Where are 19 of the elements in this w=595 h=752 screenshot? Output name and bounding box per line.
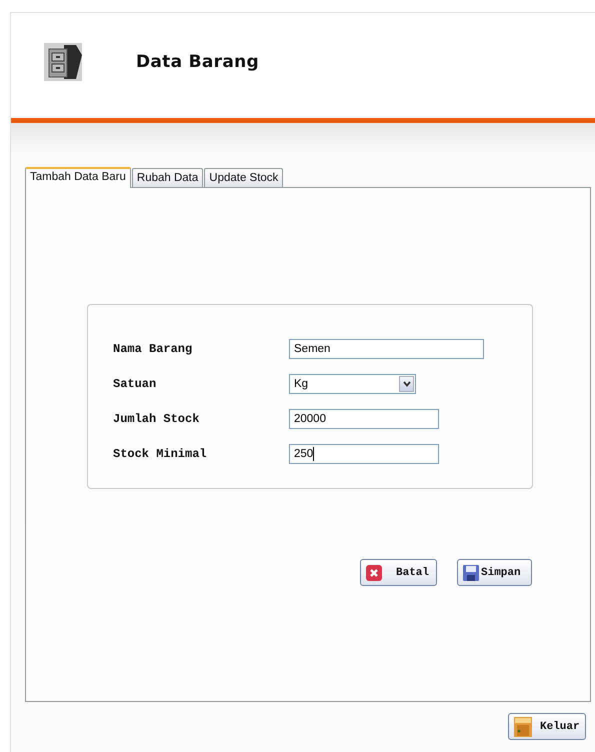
input-field[interactable]: 20000 xyxy=(289,409,439,429)
field-label: Nama Barang xyxy=(113,342,194,356)
field-label: Jumlah Stock xyxy=(113,412,200,426)
chevron-down-icon xyxy=(402,381,410,387)
input-field[interactable]: Semen xyxy=(289,339,484,359)
dropdown[interactable]: Kg xyxy=(289,374,416,394)
close-icon xyxy=(366,564,382,580)
input-field[interactable]: 250 xyxy=(289,444,439,464)
tab[interactable]: Tambah Data Baru xyxy=(25,167,131,188)
save-button[interactable]: Simpan xyxy=(457,559,532,586)
exit-button[interactable]: Keluar xyxy=(508,713,586,740)
field-label: Stock Minimal xyxy=(113,447,208,461)
field-label: Satuan xyxy=(113,377,158,391)
door-icon xyxy=(514,716,532,736)
window-title: Data Barang xyxy=(136,52,259,72)
tab[interactable]: Rubah Data xyxy=(132,168,204,187)
cancel-button[interactable]: Batal xyxy=(360,559,437,586)
tab[interactable]: Update Stock xyxy=(204,168,284,187)
file-cabinet-icon xyxy=(44,42,82,80)
